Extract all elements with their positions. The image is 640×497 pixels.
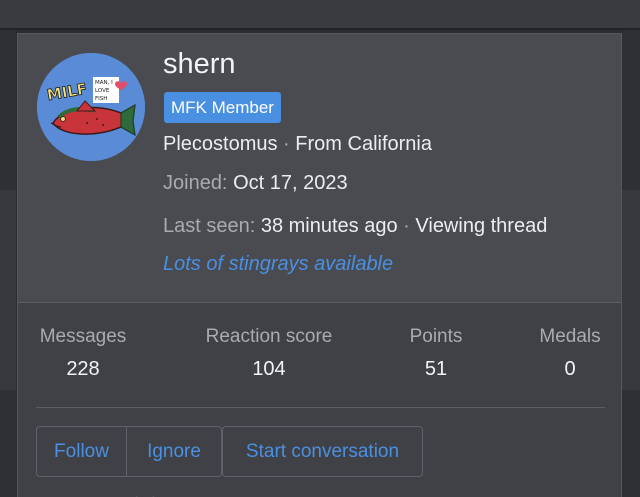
avatar-text-line1: MAN, I (95, 80, 113, 86)
stat-label: Points (409, 326, 463, 347)
follow-button[interactable]: Follow (37, 427, 127, 476)
start-conversation-button-wrapper: Start conversation (222, 426, 423, 477)
background-left-band (0, 190, 16, 390)
member-tooltip-card: MILF MAN, I LOVE FISH shern MFK Member P… (17, 33, 622, 497)
background-top-bar (0, 0, 640, 28)
background-divider (0, 28, 640, 30)
stat-label: Medals (539, 326, 601, 347)
last-seen-time: 38 minutes ago (260, 215, 398, 237)
stat-points[interactable]: Points 51 (405, 326, 467, 381)
background-right-band (622, 190, 640, 390)
stat-value: 104 (252, 358, 286, 380)
species-text: Plecostomus (163, 133, 278, 155)
fish-avatar-icon: MILF MAN, I LOVE FISH (37, 53, 145, 161)
separator: · (277, 133, 296, 155)
avatar-text-line3: FISH (95, 96, 107, 102)
stat-reaction-score[interactable]: Reaction score 104 (199, 326, 339, 381)
last-seen-label: Last seen: (163, 215, 261, 237)
last-seen-line: Last seen: 38 minutes ago · Viewing thre… (163, 215, 547, 238)
activity-text: Viewing thread (415, 215, 548, 237)
stat-label: Messages (39, 326, 127, 347)
joined-date: Oct 17, 2023 (233, 172, 348, 194)
separator: · (397, 215, 416, 237)
species-location-line: Plecostomus · From California (163, 133, 432, 156)
username[interactable]: shern (163, 48, 236, 81)
stat-label: Reaction score (205, 326, 333, 347)
avatar-text-line2: LOVE (95, 88, 110, 94)
stat-medals[interactable]: Medals 0 (534, 326, 606, 381)
start-conversation-button[interactable]: Start conversation (223, 427, 422, 476)
ignore-button[interactable]: Ignore (127, 427, 221, 476)
stat-messages[interactable]: Messages 228 (35, 326, 131, 381)
stat-value: 0 (564, 358, 576, 380)
stat-value: 228 (66, 358, 100, 380)
user-title-badge: MFK Member (164, 92, 281, 123)
joined-label: Joined: (163, 172, 234, 194)
status-message: Lots of stingrays available (163, 253, 394, 275)
follow-ignore-button-group: Follow Ignore (36, 426, 222, 477)
stat-value: 51 (424, 358, 448, 380)
stats-divider (36, 407, 605, 408)
member-stats: Messages 228 Reaction score 104 Points 5… (18, 326, 621, 386)
location-text: From California (295, 133, 432, 155)
joined-line: Joined: Oct 17, 2023 (163, 172, 348, 195)
avatar[interactable]: MILF MAN, I LOVE FISH (37, 53, 145, 161)
